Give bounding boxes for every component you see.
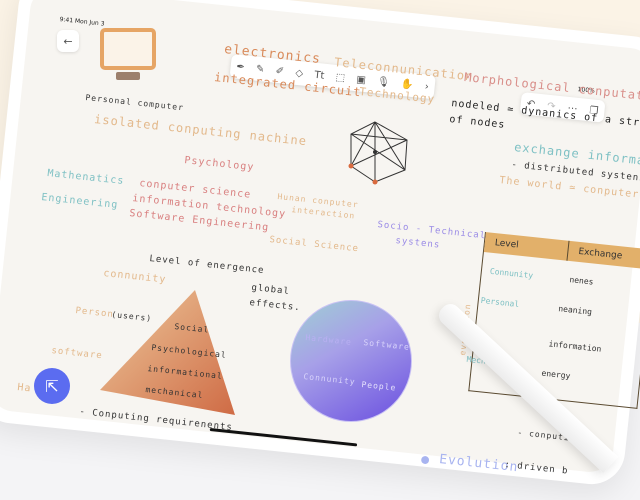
table-cell: Connunity: [489, 266, 534, 281]
marker-icon[interactable]: ✐: [275, 65, 284, 77]
eraser-icon[interactable]: ◇: [295, 67, 304, 79]
table-cell: Personal: [480, 295, 520, 309]
pen-icon[interactable]: ✒: [236, 61, 245, 73]
monitor-stand: [116, 72, 140, 80]
lasso-icon[interactable]: ⬚: [335, 71, 346, 83]
chevron-right-icon[interactable]: ›: [424, 81, 429, 92]
monitor-drawing: [100, 28, 156, 70]
share-button[interactable]: ⇱: [34, 368, 70, 404]
table-cell: neaning: [557, 304, 593, 317]
bullet-icon: ●: [420, 452, 431, 468]
arrow-left-icon: ←: [63, 34, 73, 48]
note-text: Ha: [16, 382, 32, 395]
levels-table: Level Exchange Connunity nenes Personal n…: [466, 232, 640, 409]
table-cell: nenes: [569, 275, 594, 287]
globe-drawing: [290, 300, 412, 422]
text-icon[interactable]: Tt: [314, 69, 325, 81]
network-graph-drawing: [348, 121, 408, 185]
image-icon[interactable]: ▣: [356, 74, 367, 86]
table-cell: energy: [541, 368, 571, 381]
external-link-icon: ⇱: [45, 376, 59, 396]
pencil-icon[interactable]: ✎: [255, 63, 264, 75]
table-cell: information: [548, 339, 602, 354]
back-button[interactable]: ←: [57, 30, 79, 52]
